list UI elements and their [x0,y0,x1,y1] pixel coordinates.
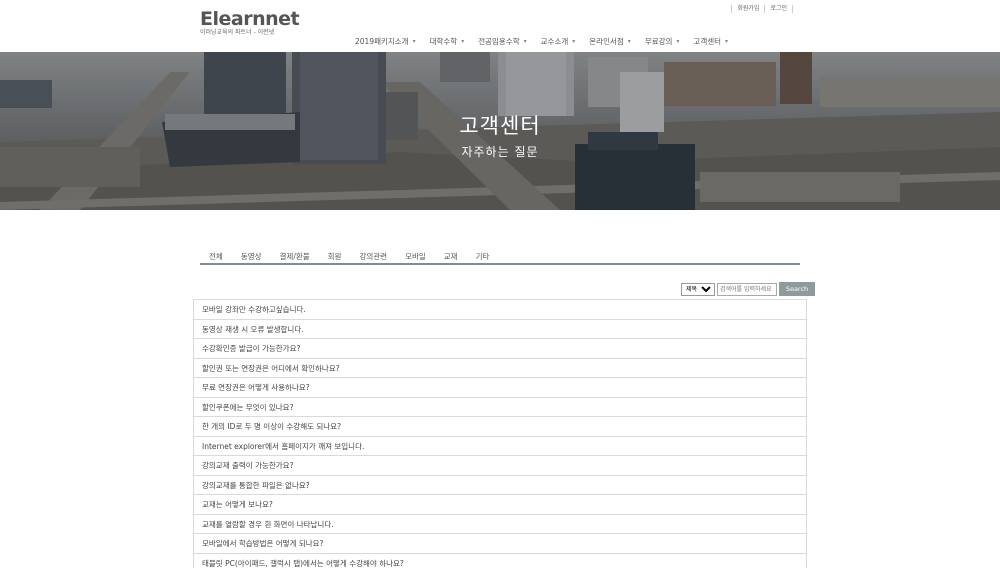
tab-video[interactable]: 동영상 [232,248,271,263]
nav-item-professors[interactable]: 교수소개 ▾ [534,36,583,47]
nav-item-bookstore[interactable]: 온라인서점 ▾ [582,36,638,47]
faq-item[interactable]: 할인쿠폰에는 무엇이 있나요? [193,396,807,416]
chevron-down-icon: ▾ [676,38,680,45]
tab-all[interactable]: 전체 [200,248,232,263]
nav-item-teacher-exam-math[interactable]: 전공임용수학 ▾ [471,36,533,47]
nav-label: 전공임용수학 [478,37,520,46]
nav-label: 고객센터 [693,37,722,46]
chevron-down-icon: ▾ [461,38,465,45]
tab-etc[interactable]: 기타 [467,248,499,263]
faq-item[interactable]: 모바일 강좌만 수강하고싶습니다. [193,299,807,319]
chevron-down-icon: ▾ [725,38,729,45]
search-input[interactable] [717,282,777,296]
nav-item-free-lectures[interactable]: 무료강의 ▾ [638,36,687,47]
chevron-down-icon: ▾ [572,38,576,45]
faq-item[interactable]: 강의교재를 통합한 파일은 없나요? [193,474,807,494]
logo-tagline: 이러닝교육의 파트너 - 이런넷 [200,29,275,36]
nav-label: 교수소개 [540,37,569,46]
tab-member[interactable]: 회원 [319,248,351,263]
faq-item[interactable]: 교재를 열람할 경우 흰 화면이 나타납니다. [193,513,807,533]
hero-banner: 고객센터 자주하는 질문 [0,52,1000,210]
chevron-down-icon: ▾ [412,38,416,45]
nav-item-university-math[interactable]: 대학수학 ▾ [423,36,472,47]
search-bar: 제목 Search [681,282,815,296]
nav-label: 대학수학 [429,37,458,46]
search-field-select[interactable]: 제목 [681,282,715,296]
login-link[interactable]: 로그인 [764,5,793,13]
faq-item[interactable]: 수강확인증 발급이 가능한가요? [193,338,807,358]
main-nav: 2019패키지소개 ▾ 대학수학 ▾ 전공임용수학 ▾ 교수소개 ▾ 온라인서점 ▾ 무료… [348,36,735,47]
site-logo[interactable]: Elearnnet 이러닝교육의 파트너 - 이런넷 [200,8,300,37]
faq-item[interactable]: 동영상 재생 시 오류 발생합니다. [193,318,807,338]
faq-item[interactable]: 태블릿 PC(아이패드, 갤럭시 탭)에서는 어떻게 수강해야 하나요? [193,552,807,568]
faq-list: 모바일 강좌만 수강하고싶습니다. 동영상 재생 시 오류 발생합니다. 수강확… [193,299,807,568]
hero-subtitle: 자주하는 질문 [461,145,539,159]
faq-item[interactable]: 모바일에서 학습방법은 어떻게 되나요? [193,533,807,553]
hero-title: 고객센터 [459,114,541,138]
tab-payment-refund[interactable]: 결제/환불 [271,248,319,263]
faq-item[interactable]: 교재는 어떻게 보나요? [193,494,807,514]
chevron-down-icon: ▾ [627,38,631,45]
logo-name: Elearnnet [200,8,300,30]
search-button[interactable]: Search [779,282,815,296]
nav-item-customer-center[interactable]: 고객센터 ▾ [686,36,735,47]
nav-item-package[interactable]: 2019패키지소개 ▾ [348,36,423,47]
nav-label: 무료강의 [644,37,673,46]
faq-category-tabs: 전체 동영상 결제/환불 회원 강의관련 모바일 교재 기타 [200,248,800,265]
signup-link[interactable]: 회원가입 [731,5,764,13]
nav-label: 온라인서점 [589,37,624,46]
faq-item[interactable]: 한 개의 ID로 두 명 이상이 수강해도 되나요? [193,416,807,436]
faq-item[interactable]: 무료 연장권은 어떻게 사용하나요? [193,377,807,397]
faq-item[interactable]: 강의교재 출력이 가능한가요? [193,455,807,475]
site-header: Elearnnet 이러닝교육의 파트너 - 이런넷 회원가입 로그인 2019… [0,0,1000,52]
tab-mobile[interactable]: 모바일 [396,248,435,263]
utility-links: 회원가입 로그인 [731,5,793,13]
faq-item[interactable]: 할인권 또는 연장권은 어디에서 확인하나요? [193,357,807,377]
nav-label: 2019패키지소개 [355,37,409,46]
tab-textbook[interactable]: 교재 [435,248,467,263]
chevron-down-icon: ▾ [523,38,527,45]
tab-lecture[interactable]: 강의관련 [350,248,396,263]
faq-item[interactable]: Internet explorer에서 홈페이지가 깨져 보입니다. [193,435,807,455]
